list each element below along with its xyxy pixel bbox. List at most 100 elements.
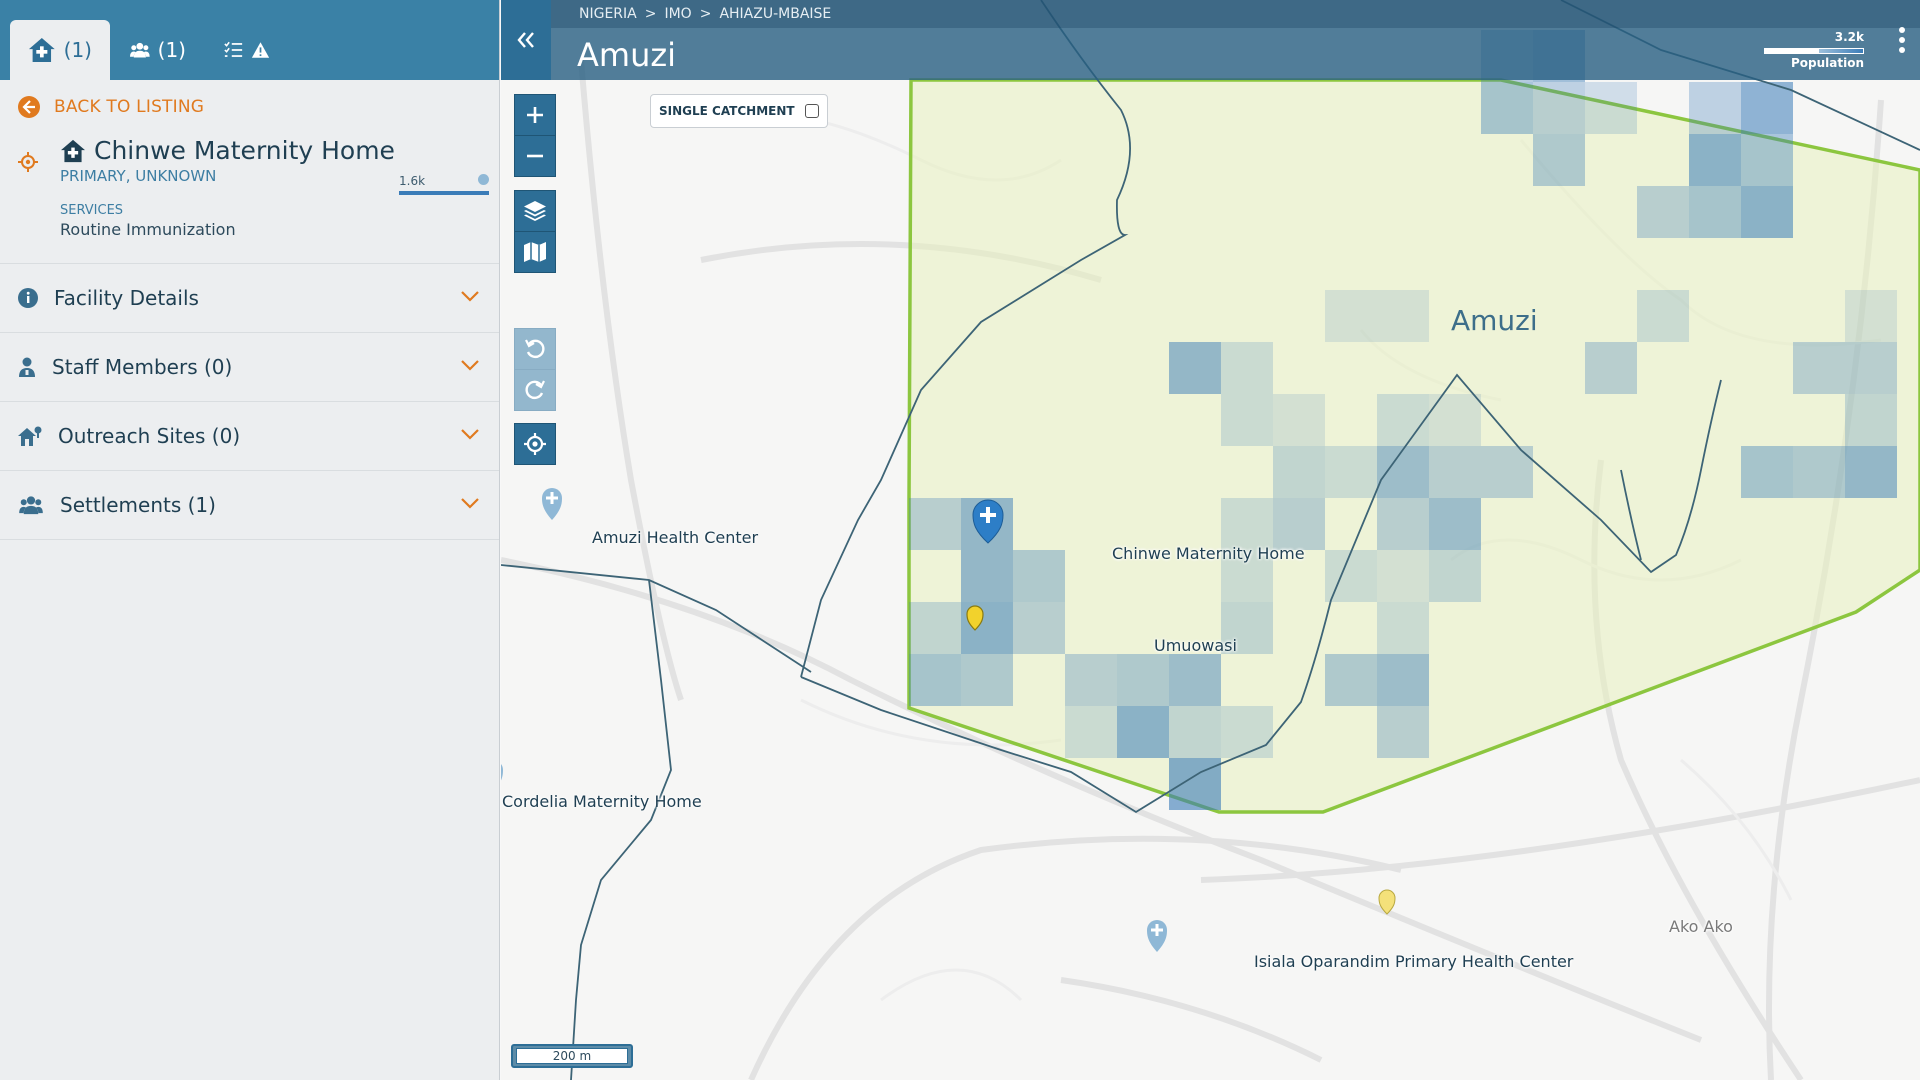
undo-button[interactable] bbox=[514, 328, 556, 370]
population-cell bbox=[909, 602, 961, 654]
tab-people[interactable]: (1) bbox=[112, 20, 204, 80]
population-cell bbox=[1065, 706, 1117, 758]
breadcrumb-lga[interactable]: AHIAZU-MBAISE bbox=[719, 6, 831, 22]
accordion-label: Outreach Sites (0) bbox=[58, 424, 241, 448]
staff-icon bbox=[19, 357, 35, 377]
isiala-oparandim-phc-marker bbox=[1147, 920, 1167, 952]
chevron-down-icon bbox=[461, 498, 479, 509]
population-info-dot bbox=[478, 174, 489, 185]
population-cell bbox=[1221, 706, 1273, 758]
population-cell bbox=[1741, 134, 1793, 186]
basemap-button[interactable] bbox=[514, 231, 556, 273]
chevron-down-icon bbox=[461, 429, 479, 440]
population-cell bbox=[1325, 446, 1377, 498]
breadcrumb: NIGERIA > IMO > AHIAZU-MBAISE bbox=[579, 6, 831, 22]
population-cell bbox=[1013, 602, 1065, 654]
outreach-icon bbox=[18, 426, 42, 446]
back-to-listing-label: BACK TO LISTING bbox=[54, 97, 205, 117]
map-icon bbox=[524, 242, 546, 262]
breadcrumb-state[interactable]: IMO bbox=[664, 6, 691, 22]
double-chevron-left-icon bbox=[517, 32, 534, 48]
population-cell bbox=[1273, 394, 1325, 446]
zoom-in-button[interactable] bbox=[514, 94, 556, 136]
collapse-sidebar-button[interactable] bbox=[501, 0, 551, 80]
population-cell bbox=[1377, 290, 1429, 342]
population-cell bbox=[1273, 446, 1325, 498]
locate-button[interactable] bbox=[514, 423, 556, 465]
breadcrumb-separator: > bbox=[644, 6, 657, 22]
services-value: Routine Immunization bbox=[60, 220, 236, 239]
layers-button[interactable] bbox=[514, 190, 556, 232]
single-catchment-toggle[interactable]: SINGLE CATCHMENT bbox=[650, 94, 828, 128]
facility-name: Chinwe Maternity Home bbox=[94, 136, 395, 165]
place-label-ako-ako[interactable]: Ako Ako bbox=[1669, 917, 1733, 936]
population-cell bbox=[1377, 550, 1429, 602]
population-cell bbox=[1377, 498, 1429, 550]
people-icon bbox=[130, 42, 150, 58]
locate-facility-icon[interactable] bbox=[18, 152, 38, 172]
place-label-isiala-oparandim-phc[interactable]: Isiala Oparandim Primary Health Center bbox=[1254, 952, 1573, 971]
single-catchment-label: SINGLE CATCHMENT bbox=[659, 104, 795, 118]
scale-bar: 200 m bbox=[511, 1044, 633, 1068]
population-cell bbox=[1221, 498, 1273, 550]
population-cell bbox=[1065, 654, 1117, 706]
population-cell bbox=[1845, 446, 1897, 498]
population-cell bbox=[961, 654, 1013, 706]
redo-icon bbox=[525, 380, 545, 400]
population-cell bbox=[909, 654, 961, 706]
target-icon bbox=[524, 433, 546, 455]
tab-checklist-warnings[interactable] bbox=[206, 20, 296, 80]
place-label-amuzi-health-center[interactable]: Amuzi Health Center bbox=[592, 528, 758, 547]
population-cell bbox=[1377, 394, 1429, 446]
population-cell bbox=[1585, 82, 1637, 134]
population-cell bbox=[1689, 82, 1741, 134]
map-view[interactable]: Amuzi Amuzi Health Center Chinwe Materni… bbox=[501, 0, 1920, 1080]
population-cell bbox=[1429, 446, 1481, 498]
population-cell bbox=[1013, 550, 1065, 602]
accordion-settlements[interactable]: Settlements (1) bbox=[0, 471, 499, 540]
place-label-cordelia-maternity-home[interactable]: Cordelia Maternity Home bbox=[502, 792, 702, 811]
population-cell bbox=[1793, 446, 1845, 498]
region-map-label: Amuzi bbox=[1451, 304, 1538, 337]
population-cell bbox=[1377, 654, 1429, 706]
services-label: SERVICES bbox=[60, 203, 124, 218]
back-arrow-icon bbox=[18, 96, 40, 118]
facility-population-value: 1.6k bbox=[399, 174, 426, 188]
zoom-out-button[interactable] bbox=[514, 135, 556, 177]
chevron-down-icon bbox=[461, 291, 479, 302]
back-to-listing-link[interactable]: BACK TO LISTING bbox=[18, 96, 481, 118]
tab-facilities[interactable]: (1) bbox=[10, 20, 110, 80]
population-cell bbox=[1741, 186, 1793, 238]
place-label-umuowasi[interactable]: Umuowasi bbox=[1154, 636, 1237, 655]
more-options-icon[interactable] bbox=[1896, 26, 1908, 54]
minus-icon bbox=[527, 154, 543, 158]
sidebar-tabbar: (1) (1) bbox=[0, 0, 499, 80]
plus-icon bbox=[527, 107, 543, 123]
place-label-chinwe-maternity-home[interactable]: Chinwe Maternity Home bbox=[1112, 544, 1305, 563]
population-cell bbox=[1845, 290, 1897, 342]
population-cell bbox=[1689, 134, 1741, 186]
population-cell bbox=[1221, 394, 1273, 446]
population-cell bbox=[1169, 706, 1221, 758]
accordion-staff-members[interactable]: Staff Members (0) bbox=[0, 333, 499, 402]
accordion-label: Facility Details bbox=[54, 286, 199, 310]
layers-icon bbox=[524, 201, 546, 221]
population-cell bbox=[1533, 82, 1585, 134]
tab-facilities-count: (1) bbox=[63, 38, 92, 62]
population-cell bbox=[1741, 82, 1793, 134]
breadcrumb-country[interactable]: NIGERIA bbox=[579, 6, 637, 22]
info-icon bbox=[18, 288, 38, 308]
map-header: NIGERIA > IMO > AHIAZU-MBAISE Amuzi 3.2k… bbox=[501, 0, 1920, 80]
population-cell bbox=[1845, 342, 1897, 394]
population-cell bbox=[1377, 446, 1429, 498]
population-cell bbox=[1169, 342, 1221, 394]
accordion-facility-details[interactable]: Facility Details bbox=[0, 264, 499, 333]
redo-button[interactable] bbox=[514, 369, 556, 411]
breadcrumb-separator: > bbox=[699, 6, 712, 22]
accordion-outreach-sites[interactable]: Outreach Sites (0) bbox=[0, 402, 499, 471]
single-catchment-checkbox[interactable] bbox=[804, 104, 819, 118]
population-cell bbox=[1637, 186, 1689, 238]
population-cell bbox=[1429, 550, 1481, 602]
facility-type-icon bbox=[61, 139, 85, 162]
undo-icon bbox=[525, 339, 545, 359]
